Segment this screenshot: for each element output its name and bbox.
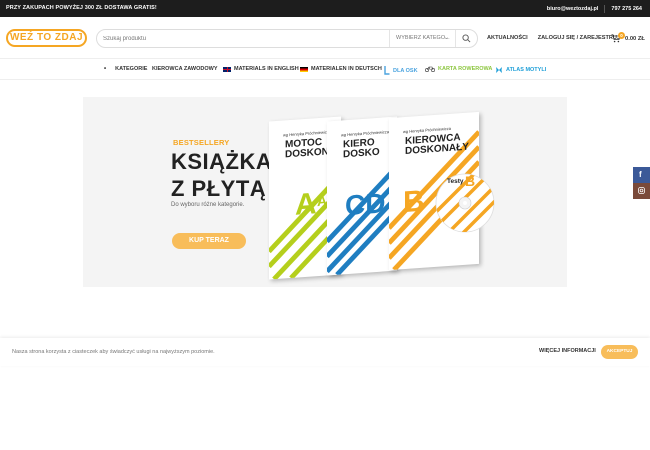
bicycle-icon — [425, 66, 435, 72]
hero-eyebrow: BESTSELLERY — [173, 138, 230, 147]
hero-title-line2: Z PŁYTĄ — [171, 176, 267, 201]
nav-item-label: KIEROWCA ZAWODOWY — [152, 66, 218, 72]
nav-item-label: MATERIALEN IN DEUTSCH — [311, 66, 382, 72]
buy-now-button[interactable]: KUP TERAZ — [172, 233, 246, 249]
site-header: WEŹ TO ZDAJ WYBIERZ KATEGO... ⌄ AKTUALNO… — [0, 17, 650, 59]
book-title: KIERO DOSKO — [343, 137, 380, 160]
uk-flag-icon — [223, 66, 231, 72]
chevron-down-icon: ⌄ — [443, 35, 449, 41]
site-logo[interactable]: WEŹ TO ZDAJ — [6, 29, 87, 47]
email-link[interactable]: biuro@weztozdaj.pl — [547, 6, 599, 12]
nav-item-label: KARTA ROWEROWA — [438, 66, 493, 72]
nav-materials-english[interactable]: MATERIALS IN ENGLISH — [223, 66, 299, 72]
nav-driving-schools[interactable]: DLA OSK — [384, 66, 418, 75]
nav-categories[interactable]: • KATEGORIE — [104, 66, 147, 72]
cookie-message: Nasza strona korzysta z ciasteczek aby ś… — [12, 349, 215, 355]
category-select-value: WYBIERZ KATEGO... — [396, 35, 450, 41]
svg-text:A: A — [295, 187, 317, 221]
nav-butterfly-atlas[interactable]: ATLAS MOTYLI — [495, 66, 546, 74]
menu-dot-icon: • — [104, 66, 107, 72]
news-link[interactable]: AKTUALNOŚCI — [487, 35, 528, 41]
hero-subtitle: Do wyboru różne kategorie. — [171, 202, 245, 208]
butterfly-icon — [496, 67, 502, 73]
login-register-link[interactable]: ZALOGUJ SIĘ / ZAREJESTRUJ — [538, 35, 620, 41]
cd-disc: Testy B — [435, 173, 495, 233]
cart-button[interactable]: 0 0.00 ZŁ — [611, 32, 647, 46]
instagram-icon — [638, 187, 645, 194]
nav-item-label: MATERIALS IN ENGLISH — [234, 66, 299, 72]
facebook-icon: f — [639, 170, 642, 179]
search-button[interactable] — [455, 30, 477, 47]
instagram-button[interactable] — [633, 183, 650, 199]
accept-cookies-button[interactable]: AKCEPTUJ — [601, 345, 638, 359]
nav-professional-driver[interactable]: KIEROWCA ZAWODOWY — [152, 66, 217, 72]
nav-item-label: ATLAS MOTYLI — [506, 67, 547, 73]
nav-item-label: KATEGORIE — [115, 66, 148, 72]
book-title: MOTOC DOSKON — [285, 137, 329, 161]
hero-title-line1: KSIĄŻKA — [171, 149, 273, 174]
main-nav: • KATEGORIE KIEROWCA ZAWODOWY MATERIALS … — [0, 60, 650, 80]
disc-letter: B — [465, 173, 476, 189]
more-info-link[interactable]: WIĘCEJ INFORMACJI — [539, 348, 596, 354]
promo-text: PRZY ZAKUPACH POWYŻEJ 300 ZŁ DOSTAWA GRA… — [6, 5, 157, 11]
phone-link[interactable]: 797 275 264 — [611, 6, 642, 12]
germany-flag-icon — [300, 66, 308, 72]
hero-banner[interactable]: BESTSELLERY KSIĄŻKA Z PŁYTĄ Do wyboru ró… — [83, 97, 567, 287]
cookie-banner: Nasza strona korzysta z ciasteczek aby ś… — [0, 338, 650, 366]
nav-item-label: DLA OSK — [393, 67, 418, 74]
book-cover-cd[interactable]: CD wg Henryka Próchniewicza KIERO DOSKO — [327, 116, 397, 276]
header-links: AKTUALNOŚCI ZALOGUJ SIĘ / ZAREJESTRUJ — [487, 35, 620, 41]
svg-text:CD: CD — [345, 187, 385, 221]
search-input[interactable] — [103, 33, 383, 45]
search-bar: WYBIERZ KATEGO... ⌄ — [96, 29, 478, 48]
facebook-button[interactable]: f — [633, 167, 650, 183]
category-select[interactable]: WYBIERZ KATEGO... ⌄ — [389, 30, 455, 47]
search-icon — [462, 34, 471, 43]
svg-text:B: B — [403, 185, 425, 219]
disc-label: Testy — [447, 178, 464, 185]
cart-total: 0.00 ZŁ — [625, 36, 645, 42]
nav-materials-german[interactable]: MATERIALEN IN DEUTSCH — [300, 66, 382, 72]
divider — [604, 5, 606, 13]
letter-l-icon — [384, 66, 390, 75]
contact-info: biuro@weztozdaj.pl 797 275 264 — [547, 5, 642, 13]
top-bar: PRZY ZAKUPACH POWYŻEJ 300 ZŁ DOSTAWA GRA… — [0, 0, 650, 17]
nav-bike-card[interactable]: KARTA ROWEROWA — [425, 66, 492, 72]
cart-count-badge: 0 — [618, 32, 625, 39]
